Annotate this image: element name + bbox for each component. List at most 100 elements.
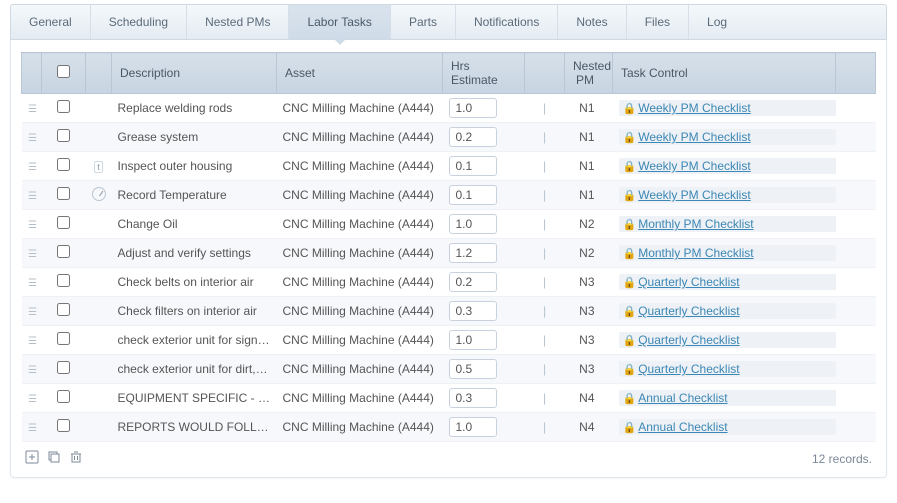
tab-general[interactable]: General: [11, 5, 91, 39]
description-cell[interactable]: check exterior unit for signs of...: [112, 326, 277, 355]
row-checkbox[interactable]: [57, 187, 70, 200]
row-checkbox[interactable]: [57, 303, 70, 316]
task-control-cell: 🔒Quarterly Checklist: [613, 297, 836, 326]
tab-nested-pms[interactable]: Nested PMs: [187, 5, 289, 39]
task-control-link[interactable]: Weekly PM Checklist: [638, 159, 750, 173]
description-cell[interactable]: check exterior unit for dirt, de...: [112, 355, 277, 384]
description-cell[interactable]: Replace welding rods: [112, 94, 277, 123]
hrs-input[interactable]: [449, 127, 497, 147]
add-button[interactable]: [25, 450, 39, 467]
task-control-link[interactable]: Weekly PM Checklist: [638, 188, 750, 202]
drag-handle[interactable]: ☰: [22, 181, 42, 210]
asset-cell[interactable]: CNC Milling Machine (A444): [277, 297, 443, 326]
description-cell[interactable]: Check filters on interior air: [112, 297, 277, 326]
description-cell[interactable]: Check belts on interior air: [112, 268, 277, 297]
asset-cell[interactable]: CNC Milling Machine (A444): [277, 268, 443, 297]
task-control-link[interactable]: Annual Checklist: [638, 420, 727, 434]
task-control-link[interactable]: Monthly PM Checklist: [638, 217, 753, 231]
row-checkbox[interactable]: [57, 361, 70, 374]
drag-handle[interactable]: ☰: [22, 326, 42, 355]
hrs-input[interactable]: [449, 214, 497, 234]
tab-scheduling[interactable]: Scheduling: [91, 5, 187, 39]
asset-cell[interactable]: CNC Milling Machine (A444): [277, 355, 443, 384]
description-cell[interactable]: Record Temperature: [112, 181, 277, 210]
asset-cell[interactable]: CNC Milling Machine (A444): [277, 413, 443, 442]
row-checkbox[interactable]: [57, 274, 70, 287]
header-task[interactable]: Task Control: [613, 53, 836, 94]
gauge-icon[interactable]: [92, 187, 106, 201]
tab-log[interactable]: Log: [689, 5, 745, 39]
task-control-link[interactable]: Quarterly Checklist: [638, 304, 739, 318]
drag-handle[interactable]: ☰: [22, 384, 42, 413]
tab-labor-tasks[interactable]: Labor Tasks: [289, 5, 390, 39]
description-cell[interactable]: REPORTS WOULD FOLLOW AN...: [112, 413, 277, 442]
description-cell[interactable]: Inspect outer housing: [112, 152, 277, 181]
row-checkbox[interactable]: [57, 390, 70, 403]
drag-handle[interactable]: ☰: [22, 413, 42, 442]
row-checkbox[interactable]: [57, 419, 70, 432]
header-hrs[interactable]: Hrs Estimate: [443, 53, 525, 94]
asset-cell[interactable]: CNC Milling Machine (A444): [277, 94, 443, 123]
row-checkbox-cell: [42, 384, 86, 413]
task-control-link[interactable]: Weekly PM Checklist: [638, 130, 750, 144]
task-control-link[interactable]: Annual Checklist: [638, 391, 727, 405]
hrs-input[interactable]: [449, 98, 497, 118]
row-extra-icon-cell: [86, 123, 112, 152]
tab-notifications[interactable]: Notifications: [456, 5, 558, 39]
task-type-chip-icon[interactable]: t: [94, 161, 103, 173]
row-checkbox[interactable]: [57, 158, 70, 171]
asset-cell[interactable]: CNC Milling Machine (A444): [277, 152, 443, 181]
header-check[interactable]: [42, 53, 86, 94]
drag-handle[interactable]: ☰: [22, 239, 42, 268]
drag-handle[interactable]: ☰: [22, 355, 42, 384]
header-sep: [525, 53, 565, 94]
row-checkbox[interactable]: [57, 129, 70, 142]
asset-cell[interactable]: CNC Milling Machine (A444): [277, 239, 443, 268]
header-asset[interactable]: Asset: [277, 53, 443, 94]
task-control-link[interactable]: Weekly PM Checklist: [638, 101, 750, 115]
row-checkbox[interactable]: [57, 100, 70, 113]
row-checkbox[interactable]: [57, 216, 70, 229]
row-checkbox[interactable]: [57, 332, 70, 345]
lock-icon: 🔒: [623, 190, 637, 202]
drag-handle[interactable]: ☰: [22, 123, 42, 152]
task-control-link[interactable]: Quarterly Checklist: [638, 275, 739, 289]
select-all-checkbox[interactable]: [57, 65, 70, 78]
drag-handle[interactable]: ☰: [22, 152, 42, 181]
tab-parts[interactable]: Parts: [391, 5, 456, 39]
task-control-link[interactable]: Quarterly Checklist: [638, 362, 739, 376]
drag-handle[interactable]: ☰: [22, 297, 42, 326]
description-cell[interactable]: Grease system: [112, 123, 277, 152]
asset-cell[interactable]: CNC Milling Machine (A444): [277, 210, 443, 239]
hrs-input[interactable]: [449, 243, 497, 263]
asset-cell[interactable]: CNC Milling Machine (A444): [277, 123, 443, 152]
asset-cell[interactable]: CNC Milling Machine (A444): [277, 384, 443, 413]
row-separator: |: [525, 123, 565, 152]
drag-handle[interactable]: ☰: [22, 210, 42, 239]
delete-button[interactable]: [69, 450, 83, 467]
description-cell[interactable]: EQUIPMENT SPECIFIC - VEND...: [112, 384, 277, 413]
hrs-input[interactable]: [449, 330, 497, 350]
drag-handle[interactable]: ☰: [22, 268, 42, 297]
hrs-input[interactable]: [449, 388, 497, 408]
hrs-input[interactable]: [449, 272, 497, 292]
hrs-input[interactable]: [449, 359, 497, 379]
task-control-link[interactable]: Monthly PM Checklist: [638, 246, 753, 260]
hrs-input[interactable]: [449, 417, 497, 437]
hrs-input[interactable]: [449, 156, 497, 176]
hrs-input[interactable]: [449, 185, 497, 205]
row-separator: |: [525, 297, 565, 326]
copy-button[interactable]: [47, 450, 61, 467]
tab-files[interactable]: Files: [627, 5, 689, 39]
description-cell[interactable]: Adjust and verify settings: [112, 239, 277, 268]
asset-cell[interactable]: CNC Milling Machine (A444): [277, 181, 443, 210]
drag-handle[interactable]: ☰: [22, 94, 42, 123]
asset-cell[interactable]: CNC Milling Machine (A444): [277, 326, 443, 355]
row-checkbox[interactable]: [57, 245, 70, 258]
hrs-input[interactable]: [449, 301, 497, 321]
task-control-link[interactable]: Quarterly Checklist: [638, 333, 739, 347]
header-description[interactable]: Description: [112, 53, 277, 94]
description-cell[interactable]: Change Oil: [112, 210, 277, 239]
tab-notes[interactable]: Notes: [558, 5, 626, 39]
header-nested[interactable]: Nested PM: [565, 53, 613, 94]
